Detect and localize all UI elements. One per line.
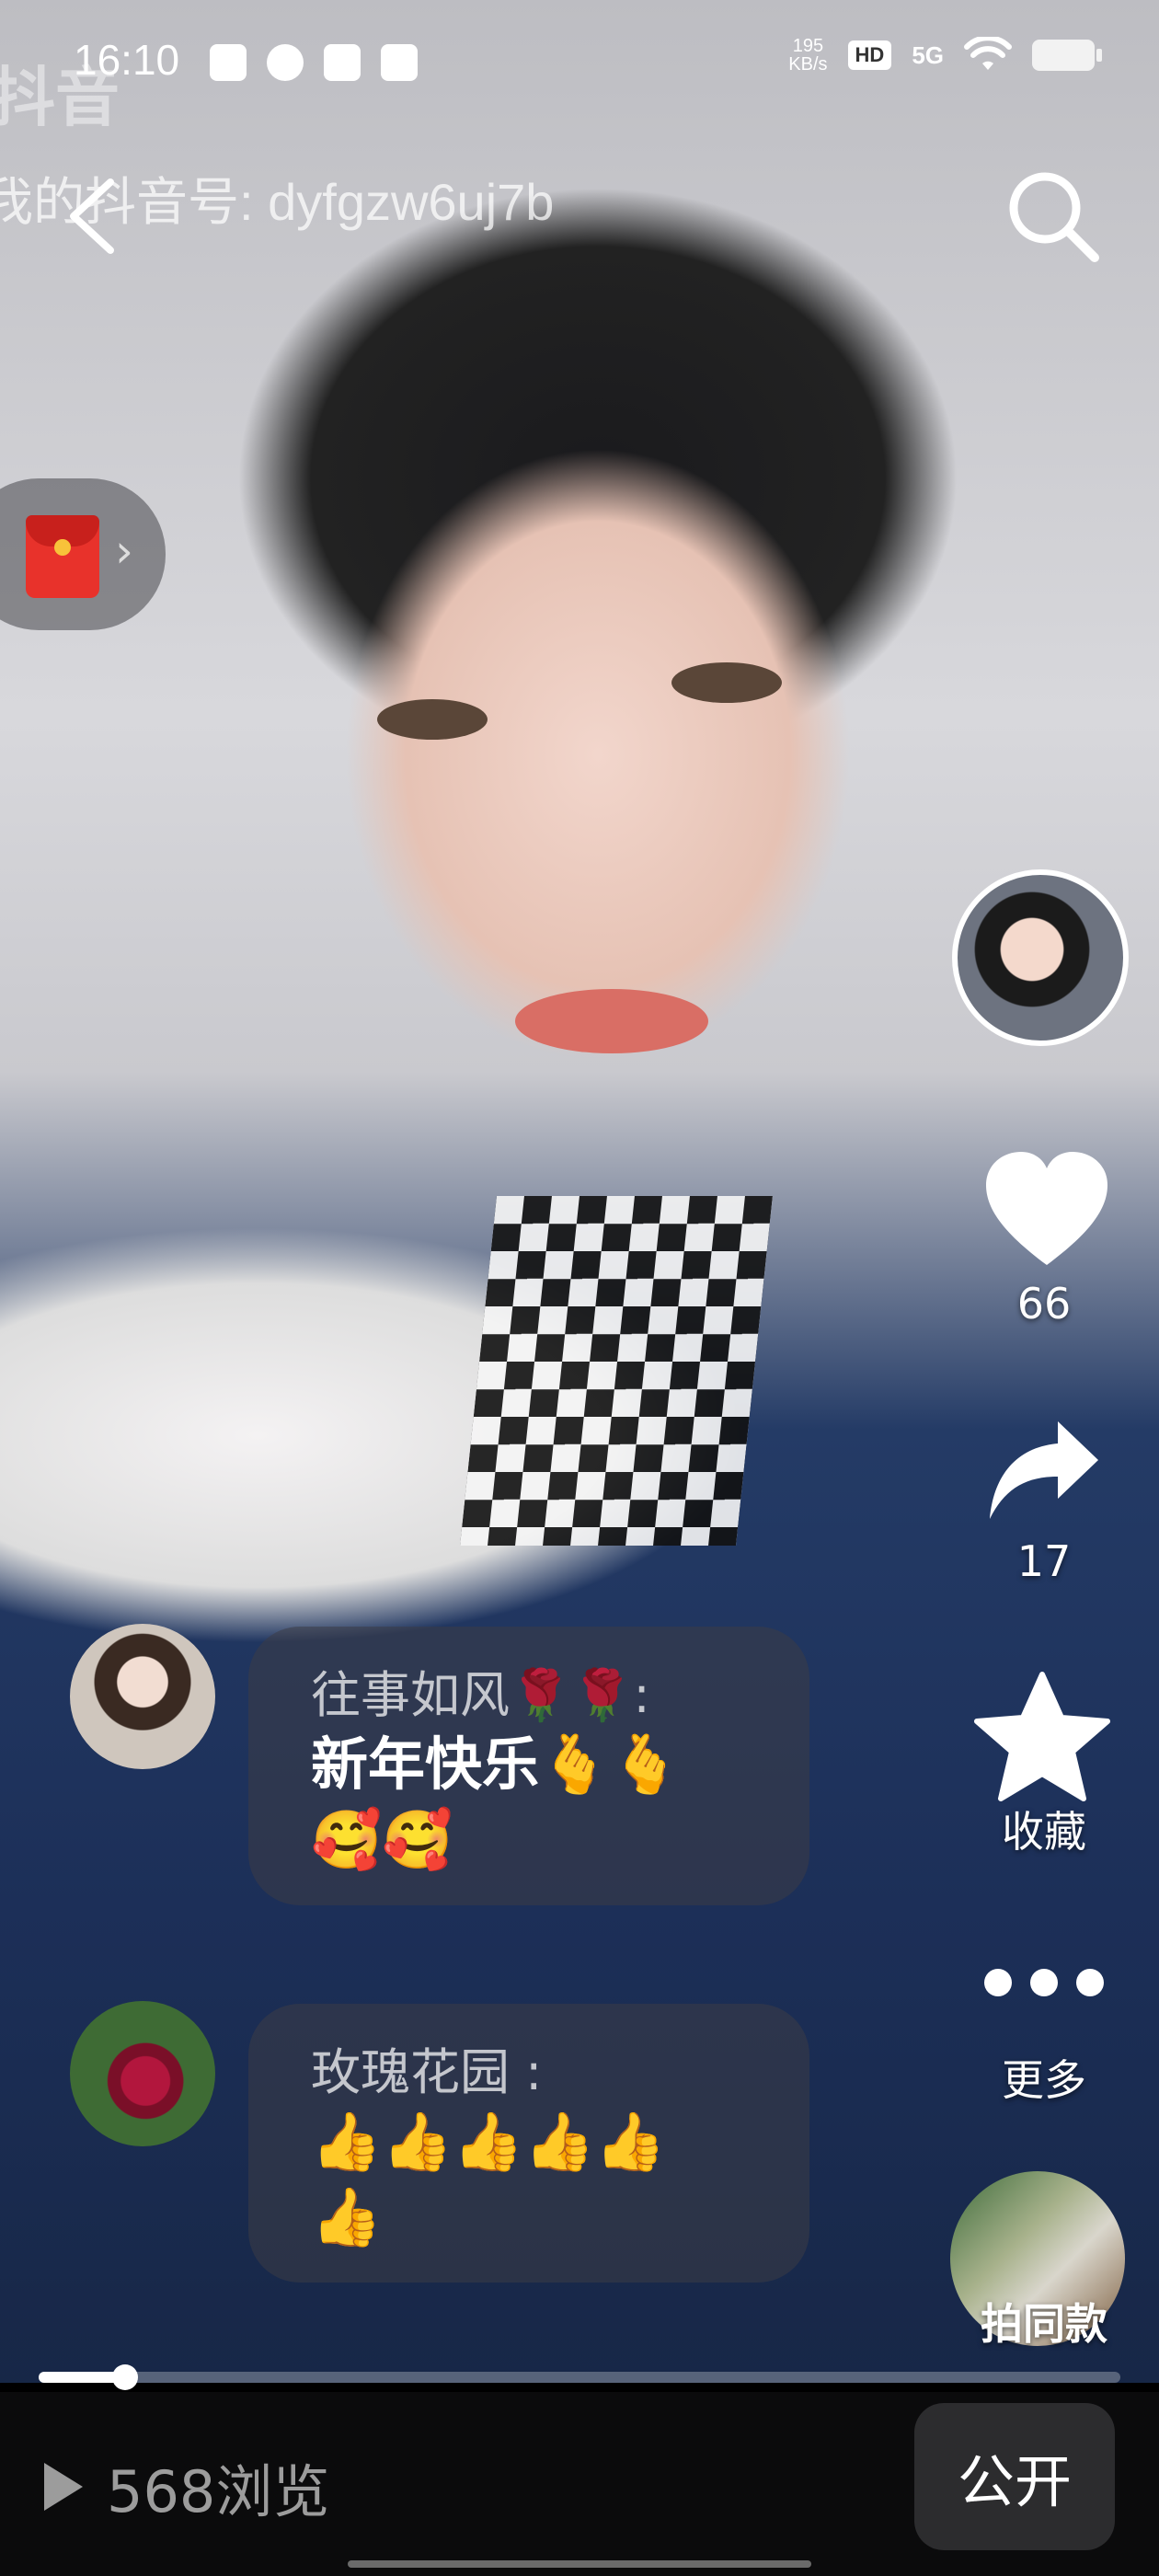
app-notification-icon-2	[381, 44, 418, 81]
like-heart-icon[interactable]	[982, 1150, 1111, 1270]
message-notification-icon	[267, 44, 304, 81]
like-count: 66	[1016, 1279, 1072, 1328]
more-dots-icon[interactable]	[984, 1969, 1104, 2006]
comment-text: 新年快乐🫰🫰 🥰🥰	[311, 1731, 682, 1873]
share-arrow-icon[interactable]	[984, 1412, 1104, 1532]
creator-avatar[interactable]	[952, 869, 1129, 1046]
playback-progress-bar[interactable]	[39, 2364, 1120, 2390]
play-icon	[44, 2463, 83, 2511]
commenter-name: 往事如风🌹🌹:	[311, 1666, 650, 1724]
video-subject-scarf	[460, 1196, 773, 1546]
map-notification-icon	[210, 44, 247, 81]
battery-icon	[1032, 40, 1102, 71]
more-label[interactable]: 更多	[957, 2047, 1131, 2108]
playback-progress-knob[interactable]	[112, 2364, 139, 2390]
commenter-name: 玫瑰花园 :	[311, 2043, 543, 2101]
status-right-group: 195 KB/s HD 5G	[788, 37, 1102, 74]
share-count: 17	[1016, 1536, 1072, 1586]
back-arrow-icon[interactable]	[64, 175, 120, 258]
chevron-right-icon: ›	[115, 524, 133, 578]
comment-bubble[interactable]: 玫瑰花园 : 👍👍👍👍👍 👍	[248, 2004, 809, 2283]
comment-text: 👍👍👍👍👍 👍	[311, 2108, 666, 2250]
view-count-row: 568浏览	[44, 2445, 329, 2528]
app-notification-icon	[324, 44, 361, 81]
view-count: 568浏览	[107, 2458, 330, 2525]
network-speed-unit: KB/s	[788, 54, 828, 75]
home-indicator[interactable]	[348, 2560, 811, 2568]
remix-label[interactable]: 拍同款	[957, 2291, 1131, 2352]
favorite-label[interactable]: 收藏	[957, 1799, 1131, 1859]
video-subject-eye-left	[377, 699, 488, 740]
public-visibility-button[interactable]: 公开	[914, 2403, 1115, 2550]
status-time: 16:10	[74, 36, 180, 84]
network-speed-value: 195	[792, 36, 824, 56]
signal-5g-icon: 5G	[912, 40, 944, 69]
video-subject-lips	[515, 989, 708, 1053]
video-subject-eye-right	[671, 662, 782, 703]
network-speed: 195 KB/s	[788, 37, 827, 74]
status-bar: 16:10 195 KB/s HD 5G	[0, 0, 1159, 129]
red-packet-button[interactable]: ›	[0, 478, 166, 630]
hd-badge: HD	[847, 40, 892, 70]
favorite-star-icon[interactable]	[973, 1670, 1111, 1803]
commenter-avatar[interactable]	[70, 2001, 215, 2146]
commenter-avatar[interactable]	[70, 1624, 215, 1769]
comment-bubble[interactable]: 往事如风🌹🌹: 新年快乐🫰🫰 🥰🥰	[248, 1627, 809, 1905]
wifi-icon	[964, 37, 1012, 70]
search-icon[interactable]	[1003, 166, 1104, 267]
red-envelope-icon	[26, 515, 99, 598]
